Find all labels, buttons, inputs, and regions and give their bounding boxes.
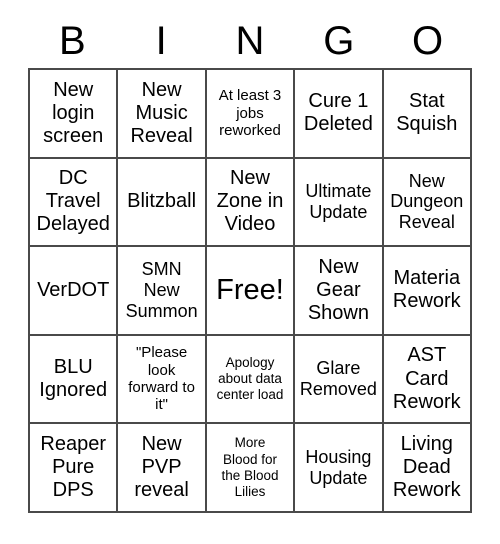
- bingo-grid: New login screen New Music Reveal At lea…: [28, 68, 472, 513]
- bingo-cell-free-space[interactable]: Free!: [206, 247, 296, 336]
- bingo-cell-label: New login screen: [43, 78, 104, 147]
- bingo-cell-label: New Music Reveal: [130, 78, 193, 147]
- bingo-cell-r5c2[interactable]: New PVP reveal: [118, 424, 207, 513]
- bingo-cell-label: New Dungeon Reveal: [390, 170, 464, 233]
- bingo-cell-r4c5[interactable]: AST Card Rework: [383, 335, 472, 425]
- bingo-header-letter-g: G: [323, 19, 355, 63]
- bingo-cell-label: Materia Rework: [392, 267, 461, 313]
- bingo-cell-r5c1[interactable]: Reaper Pure DPS: [30, 424, 119, 513]
- bingo-cell-label: Glare Removed: [299, 358, 377, 400]
- bingo-cell-label: New Gear Shown: [307, 255, 369, 325]
- bingo-cell-r3c1[interactable]: VerDOT: [30, 247, 119, 336]
- bingo-cell-r1c1[interactable]: New login screen: [30, 70, 119, 159]
- bingo-cell-r3c2[interactable]: SMN New Summon: [118, 247, 207, 336]
- bingo-cell-label: Housing Update: [305, 446, 372, 488]
- bingo-cell-r5c4[interactable]: Housing Update: [295, 424, 384, 513]
- bingo-cell-r3c4[interactable]: New Gear Shown: [295, 247, 384, 336]
- bingo-cell-r1c4[interactable]: Cure 1 Deleted: [295, 70, 384, 159]
- bingo-cell-label: Stat Squish: [396, 90, 458, 136]
- bingo-cell-r2c4[interactable]: Ultimate Update: [295, 158, 384, 248]
- bingo-cell-r3c5[interactable]: Materia Rework: [383, 247, 472, 336]
- bingo-cell-r2c1[interactable]: DC Travel Delayed: [30, 158, 119, 248]
- bingo-header-letter-n: N: [235, 19, 265, 63]
- bingo-cell-label: DC Travel Delayed: [36, 167, 110, 236]
- bingo-cell-r2c2[interactable]: Blitzball: [118, 158, 207, 248]
- bingo-cell-label: New PVP reveal: [134, 432, 189, 502]
- bingo-header-letter-b: B: [59, 19, 86, 63]
- bingo-cell-label: "Please look forward to it": [128, 344, 195, 414]
- bingo-cell-r1c3[interactable]: At least 3 jobs reworked: [206, 70, 296, 159]
- bingo-header-row: B I N G O: [28, 14, 472, 68]
- bingo-cell-label: Living Dead Rework: [392, 432, 461, 502]
- bingo-card: B I N G O New login screen New Music Rev…: [0, 0, 500, 544]
- bingo-cell-r5c3[interactable]: More Blood for the Blood Lilies: [206, 424, 296, 513]
- bingo-cell-label: BLU Ignored: [39, 355, 108, 402]
- bingo-cell-r1c2[interactable]: New Music Reveal: [118, 70, 207, 159]
- bingo-header-letter-i: I: [155, 19, 167, 63]
- bingo-cell-label: Ultimate Update: [305, 181, 372, 222]
- bingo-cell-label: SMN New Summon: [125, 259, 198, 321]
- bingo-cell-label: At least 3 jobs reworked: [218, 87, 282, 139]
- bingo-header-letter-o: O: [412, 19, 444, 63]
- bingo-cell-label: Cure 1 Deleted: [303, 90, 373, 136]
- bingo-cell-r4c4[interactable]: Glare Removed: [295, 335, 384, 425]
- bingo-cell-r1c5[interactable]: Stat Squish: [383, 70, 472, 159]
- bingo-cell-r5c5[interactable]: Living Dead Rework: [383, 424, 472, 513]
- bingo-cell-label: Apology about data center load: [216, 354, 284, 403]
- bingo-cell-label: Blitzball: [127, 190, 197, 213]
- bingo-cell-r4c3[interactable]: Apology about data center load: [206, 335, 296, 425]
- bingo-cell-r4c1[interactable]: BLU Ignored: [30, 335, 119, 425]
- bingo-free-space-label: Free!: [216, 273, 284, 306]
- bingo-cell-label: Reaper Pure DPS: [40, 432, 106, 502]
- bingo-cell-r2c3[interactable]: New Zone in Video: [206, 158, 296, 248]
- bingo-cell-label: AST Card Rework: [392, 344, 461, 413]
- bingo-cell-r4c2[interactable]: "Please look forward to it": [118, 335, 207, 425]
- bingo-cell-label: VerDOT: [37, 278, 110, 301]
- bingo-cell-label: New Zone in Video: [216, 167, 284, 236]
- bingo-cell-r2c5[interactable]: New Dungeon Reveal: [383, 158, 472, 248]
- bingo-cell-label: More Blood for the Blood Lilies: [221, 435, 279, 499]
